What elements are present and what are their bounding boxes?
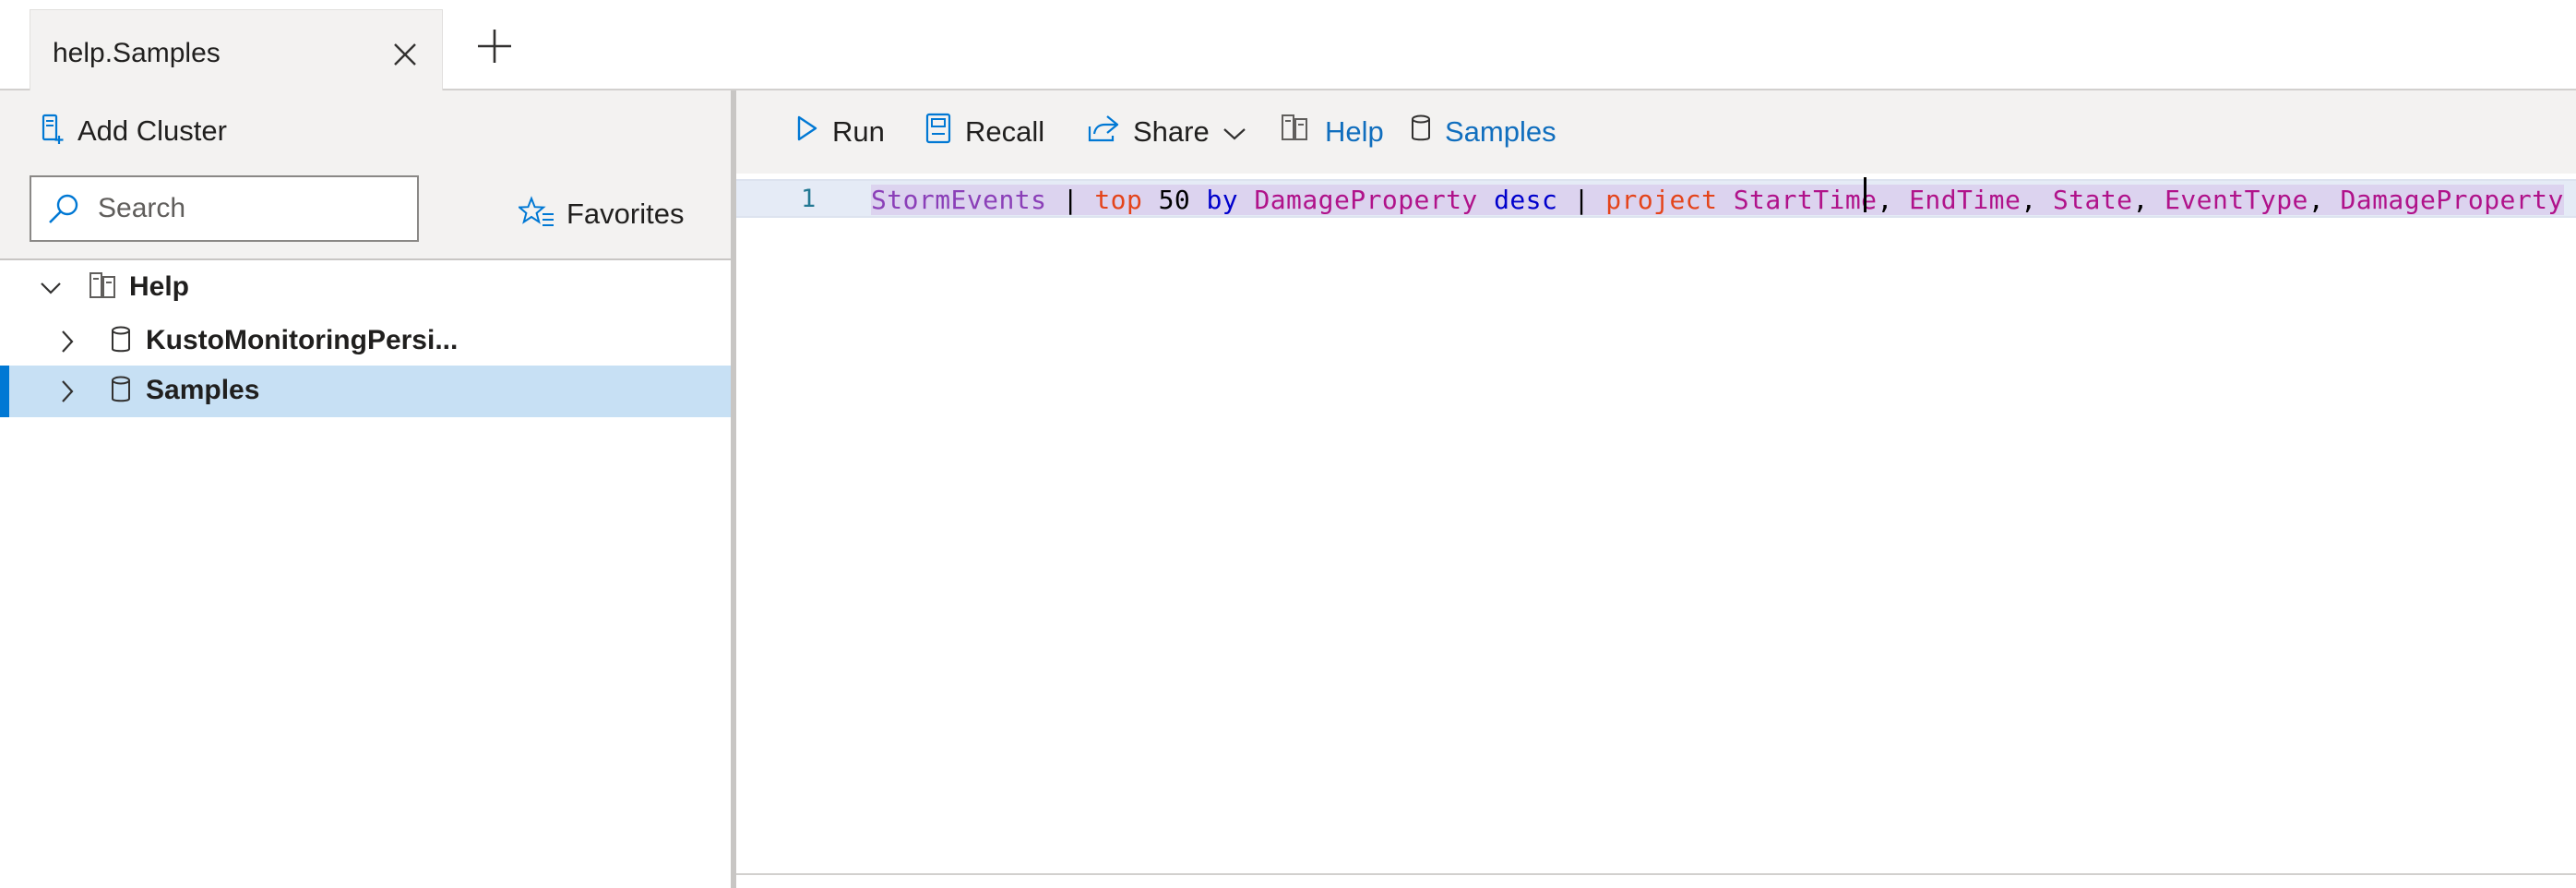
search-box bbox=[30, 175, 419, 242]
tree-node-samples[interactable]: Samples bbox=[0, 366, 731, 417]
code-token: | bbox=[1046, 185, 1095, 215]
recall-icon bbox=[924, 113, 952, 151]
query-pane: Run Recall Share Help Samples 1 StormEve… bbox=[736, 90, 2576, 888]
code-token: StartTime bbox=[1733, 185, 1878, 215]
query-editor[interactable]: 1 StormEvents | top 50 by DamageProperty… bbox=[736, 174, 2576, 873]
code-token: StormEvents bbox=[871, 185, 1047, 215]
text-cursor bbox=[1864, 177, 1866, 212]
add-cluster-icon bbox=[41, 114, 65, 150]
code-token: , bbox=[1877, 185, 1910, 215]
add-cluster-button[interactable]: Add Cluster bbox=[41, 109, 227, 153]
code-token: DamageProperty bbox=[1254, 185, 1478, 215]
database-icon bbox=[105, 373, 137, 406]
code-token: , bbox=[2132, 185, 2165, 215]
share-label: Share bbox=[1133, 115, 1210, 148]
run-button[interactable]: Run bbox=[795, 109, 885, 155]
code-token: | bbox=[1557, 185, 1606, 215]
favorites-star-icon bbox=[517, 195, 555, 234]
chevron-down-icon[interactable] bbox=[37, 274, 65, 302]
chevron-right-icon[interactable] bbox=[54, 328, 81, 355]
search-icon bbox=[31, 177, 96, 240]
close-icon[interactable] bbox=[388, 38, 422, 71]
tree-node-label: Samples bbox=[146, 375, 260, 405]
line-number: 1 bbox=[801, 185, 817, 213]
tree-node-kustomonitoring[interactable]: KustoMonitoringPersi... bbox=[0, 316, 731, 367]
recall-button[interactable]: Recall bbox=[924, 109, 1044, 155]
favorites-label: Favorites bbox=[566, 198, 685, 230]
samples-label: Samples bbox=[1445, 115, 1556, 148]
chevron-down-icon[interactable] bbox=[1222, 115, 1246, 149]
code-token: , bbox=[2021, 185, 2053, 215]
code-token: State bbox=[2052, 185, 2133, 215]
cluster-icon bbox=[89, 270, 120, 303]
connection-pane-header: Add Cluster Favorites bbox=[0, 90, 734, 260]
code-selection: StormEvents | top 50 by DamageProperty d… bbox=[871, 185, 2564, 215]
code-token: , bbox=[2308, 185, 2341, 215]
code-token: project bbox=[1605, 185, 1718, 215]
favorites-button[interactable]: Favorites bbox=[517, 194, 685, 234]
tab-help-samples[interactable]: help.Samples bbox=[30, 9, 443, 92]
recall-label: Recall bbox=[965, 115, 1045, 148]
code-token: by bbox=[1206, 185, 1239, 215]
query-toolbar: Run Recall Share Help Samples bbox=[736, 90, 2576, 174]
tab-bar: help.Samples bbox=[0, 0, 2576, 92]
play-icon bbox=[795, 114, 819, 150]
code-token: EventType bbox=[2165, 185, 2308, 215]
samples-link[interactable]: Samples bbox=[1410, 109, 1556, 155]
tree-node-label: Help bbox=[129, 271, 190, 302]
code-token: EndTime bbox=[1909, 185, 2021, 215]
add-cluster-label: Add Cluster bbox=[78, 114, 227, 147]
plus-icon[interactable] bbox=[469, 20, 520, 72]
connection-pane: Add Cluster Favorites bbox=[0, 90, 734, 888]
database-icon bbox=[105, 323, 137, 356]
share-button[interactable]: Share bbox=[1087, 109, 1246, 155]
code-line[interactable]: StormEvents | top 50 by DamageProperty d… bbox=[871, 185, 2564, 215]
search-input[interactable] bbox=[96, 192, 404, 225]
cluster-icon bbox=[1281, 114, 1312, 150]
share-icon bbox=[1087, 114, 1120, 150]
code-token: top bbox=[1094, 185, 1143, 215]
help-link[interactable]: Help bbox=[1281, 109, 1384, 155]
tree-node-help[interactable]: Help bbox=[0, 262, 731, 314]
database-icon bbox=[1410, 114, 1432, 150]
run-label: Run bbox=[832, 115, 885, 148]
tree-node-label: KustoMonitoringPersi... bbox=[146, 325, 459, 355]
tab-label: help.Samples bbox=[53, 38, 221, 68]
code-token: 50 bbox=[1142, 185, 1207, 215]
chevron-right-icon[interactable] bbox=[54, 378, 81, 405]
code-token: DamageProperty bbox=[2340, 185, 2564, 215]
results-pane bbox=[736, 875, 2576, 888]
code-token: desc bbox=[1494, 185, 1558, 215]
help-label: Help bbox=[1325, 115, 1384, 148]
